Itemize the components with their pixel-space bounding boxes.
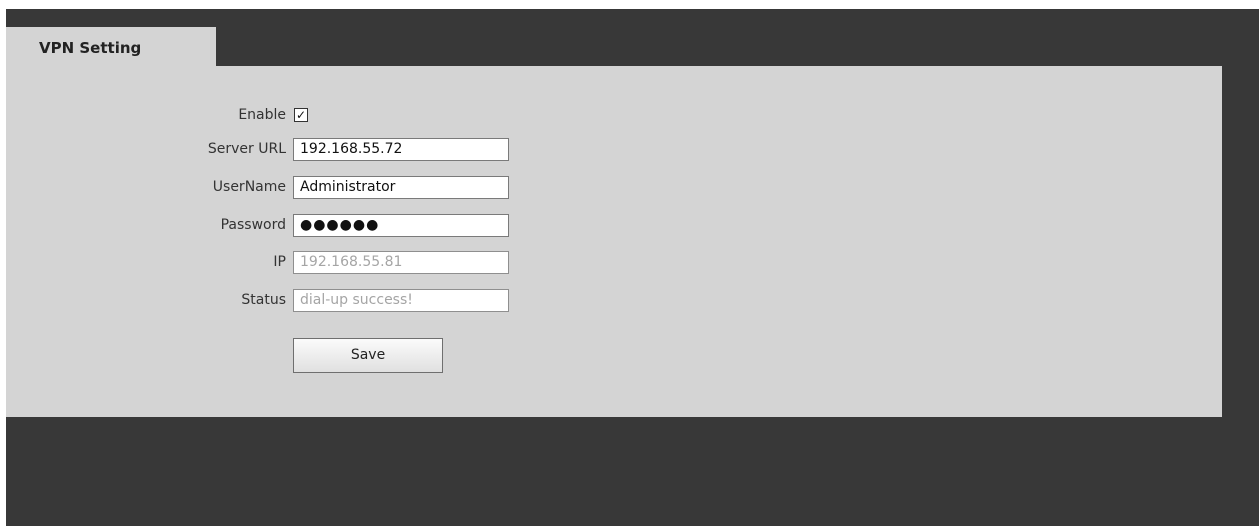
status-field: dial-up success! xyxy=(293,289,509,312)
enable-label-box: Enable xyxy=(106,104,286,127)
enable-checkbox[interactable]: ✓ xyxy=(294,108,308,122)
server-url-label: Server URL xyxy=(207,141,286,157)
password-mask: ●●●●●● xyxy=(300,217,380,233)
enable-row: Enable ✓ xyxy=(6,104,1222,127)
password-label: Password xyxy=(220,217,286,233)
vpn-settings-panel: Enable ✓ Server URL 192.168.55.72 UserNa… xyxy=(6,66,1222,417)
status-label: Status xyxy=(241,292,286,308)
username-input[interactable]: Administrator xyxy=(293,176,509,199)
server-url-row: Server URL 192.168.55.72 xyxy=(6,138,1222,161)
username-label-box: UserName xyxy=(106,176,286,199)
username-row: UserName Administrator xyxy=(6,176,1222,199)
password-row: Password ●●●●●● xyxy=(6,214,1222,237)
ip-row: IP 192.168.55.81 xyxy=(6,251,1222,274)
server-url-input[interactable]: 192.168.55.72 xyxy=(293,138,509,161)
status-row: Status dial-up success! xyxy=(6,289,1222,312)
ip-field: 192.168.55.81 xyxy=(293,251,509,274)
password-input[interactable]: ●●●●●● xyxy=(293,214,509,237)
ip-label-box: IP xyxy=(106,251,286,274)
tab-vpn-setting[interactable]: VPN Setting xyxy=(6,27,216,66)
status-label-box: Status xyxy=(106,289,286,312)
tab-label: VPN Setting xyxy=(39,39,142,57)
ip-label: IP xyxy=(273,254,286,270)
save-button[interactable]: Save xyxy=(293,338,443,373)
password-label-box: Password xyxy=(106,214,286,237)
username-label: UserName xyxy=(212,179,286,195)
server-url-label-box: Server URL xyxy=(106,138,286,161)
enable-label: Enable xyxy=(238,107,286,123)
